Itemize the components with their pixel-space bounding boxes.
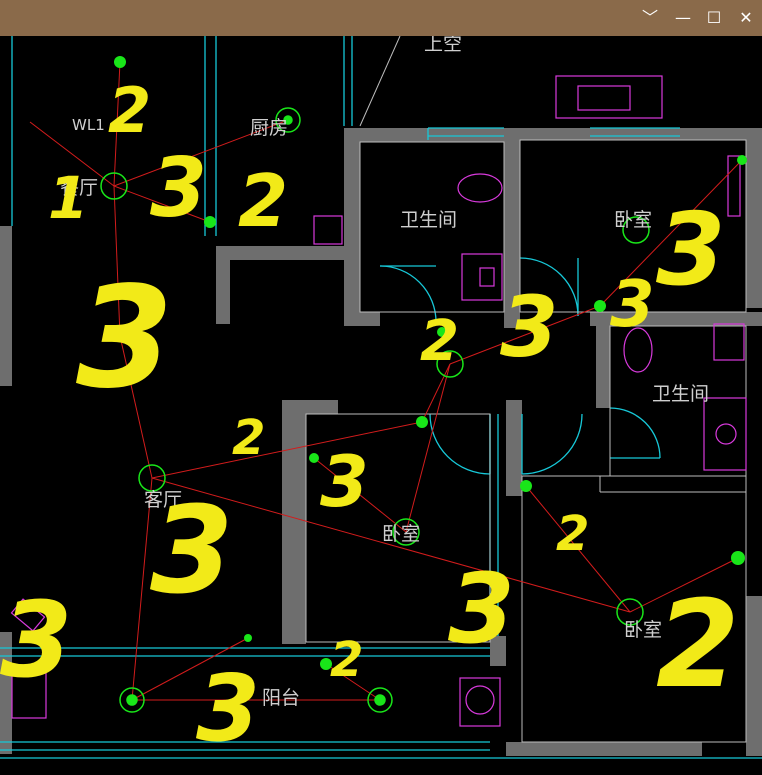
annotation-number: 3 xyxy=(610,268,655,342)
annotation-number: 1 xyxy=(48,164,88,232)
label-bedroom-ne: 卧室 xyxy=(614,209,652,231)
wall-bath2-left xyxy=(596,312,610,408)
label-circuit: WL1 xyxy=(72,116,105,134)
switch-top[interactable] xyxy=(114,56,126,68)
label-kitchen: 厨房 xyxy=(250,117,288,139)
label-bedroom-center: 卧室 xyxy=(382,523,420,545)
bedroom-ne-fixture xyxy=(727,155,741,217)
wall-center-left xyxy=(282,400,306,644)
wall-kitchen-stub xyxy=(216,246,230,324)
annotation-number: 2 xyxy=(232,410,265,466)
annotation-number: 2 xyxy=(556,506,589,562)
shower-2-fixture xyxy=(713,323,745,361)
toilet-1-fixture xyxy=(457,173,503,203)
washbasin-1-fixture xyxy=(461,253,503,301)
washbasin-2-bowl xyxy=(715,423,737,445)
drawing-canvas[interactable]: 上空 餐厅 厨房 卫生间 卧室 卫生间 客厅 卧室 卧室 阳台 WL1 1 2 … xyxy=(0,33,762,771)
switch-se[interactable] xyxy=(520,480,532,492)
wall-center-top xyxy=(282,400,338,414)
lamp-balcony-right-dot xyxy=(374,694,386,706)
bedroom-ne-window-unit xyxy=(555,75,663,119)
wall-right-bottom xyxy=(746,596,762,756)
washbasin-2-fixture xyxy=(703,397,747,471)
annotation-number: 2 xyxy=(238,159,288,243)
wire-hall-center xyxy=(405,363,451,533)
annotation-number: 3 xyxy=(150,482,234,621)
wall-bottom-right xyxy=(506,742,702,756)
maximize-button[interactable]: ☐ xyxy=(702,6,726,30)
wall-kitchen-bottom xyxy=(216,246,344,260)
minimize-button[interactable]: — xyxy=(671,6,695,30)
floor-plan-diagram: 上空 餐厅 厨房 卫生间 卧室 卫生间 客厅 卧室 卧室 阳台 WL1 1 2 … xyxy=(0,33,762,762)
wall-bath1-bottom-left xyxy=(344,312,380,326)
wall-bath1-left xyxy=(344,128,360,326)
label-void: 上空 xyxy=(424,36,462,55)
wall-bath1-top xyxy=(344,128,514,142)
annotation-number: 3 xyxy=(448,553,515,665)
label-bath-1: 卫生间 xyxy=(400,209,457,231)
wall-left xyxy=(0,226,12,386)
handwritten-annotations: 1 2 3 2 3 3 3 3 2 3 2 3 3 2 2 3 2 3 xyxy=(0,74,740,762)
annotation-number: 2 xyxy=(656,576,740,715)
wall-center-right xyxy=(506,400,522,496)
center-door-swing-right xyxy=(521,413,583,475)
annotation-number: 3 xyxy=(76,257,173,420)
annotation-number: 3 xyxy=(656,191,726,308)
wall-bedroom-ne-top xyxy=(520,128,762,140)
switch-balcony-up[interactable] xyxy=(244,634,252,642)
switch-center[interactable] xyxy=(416,416,428,428)
annotation-number: 2 xyxy=(330,632,363,688)
label-balcony: 阳台 xyxy=(262,687,300,709)
label-bath-2: 卫生间 xyxy=(652,383,709,405)
close-button[interactable]: ✕ xyxy=(734,6,758,30)
void-diagonal xyxy=(359,35,401,127)
switch-center-left[interactable] xyxy=(309,453,319,463)
switch-ne[interactable] xyxy=(594,300,606,312)
bedroom-ne-window-inner xyxy=(577,85,631,111)
center-door-swing-left xyxy=(429,413,491,475)
dropdown-chevron-icon[interactable]: ﹀ xyxy=(638,6,662,30)
annotation-number: 2 xyxy=(420,309,459,374)
annotation-number: 2 xyxy=(108,74,151,147)
window-titlebar: ﹀ — ☐ ✕ xyxy=(0,0,762,36)
wall-right-top xyxy=(746,128,762,308)
lamp-balcony-left-dot xyxy=(126,694,138,706)
annotation-number: 3 xyxy=(320,441,369,523)
switch-se-right[interactable] xyxy=(731,551,745,565)
washing-machine-drum xyxy=(465,685,495,715)
annotation-number: 3 xyxy=(150,141,207,236)
switch-ne-right[interactable] xyxy=(737,155,747,165)
annotation-number: 3 xyxy=(500,278,558,376)
kitchen-sink-fixture xyxy=(313,215,343,245)
annotation-number: 3 xyxy=(196,655,260,762)
washbasin-1-bowl xyxy=(479,267,495,287)
bath2-door-swing xyxy=(609,407,661,459)
annotation-number: 3 xyxy=(0,579,72,701)
